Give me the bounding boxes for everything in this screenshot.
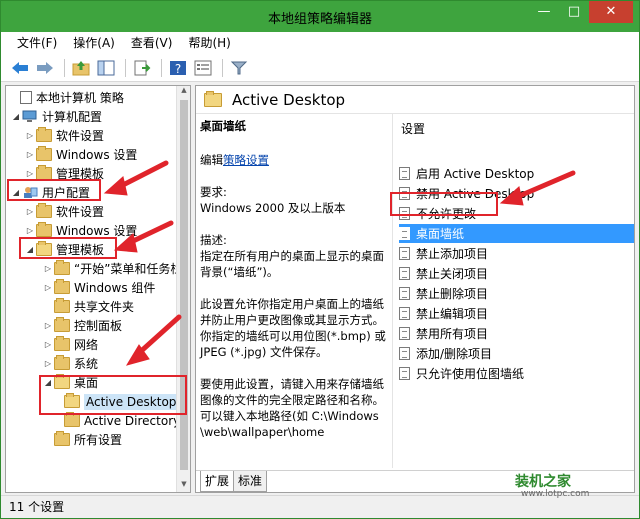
gpedit-window: 本地组策略编辑器 — □ ✕ 文件(F) 操作(A) 查看(V) 帮助(H) ?… xyxy=(0,0,640,519)
annotation-arrows xyxy=(103,160,576,366)
